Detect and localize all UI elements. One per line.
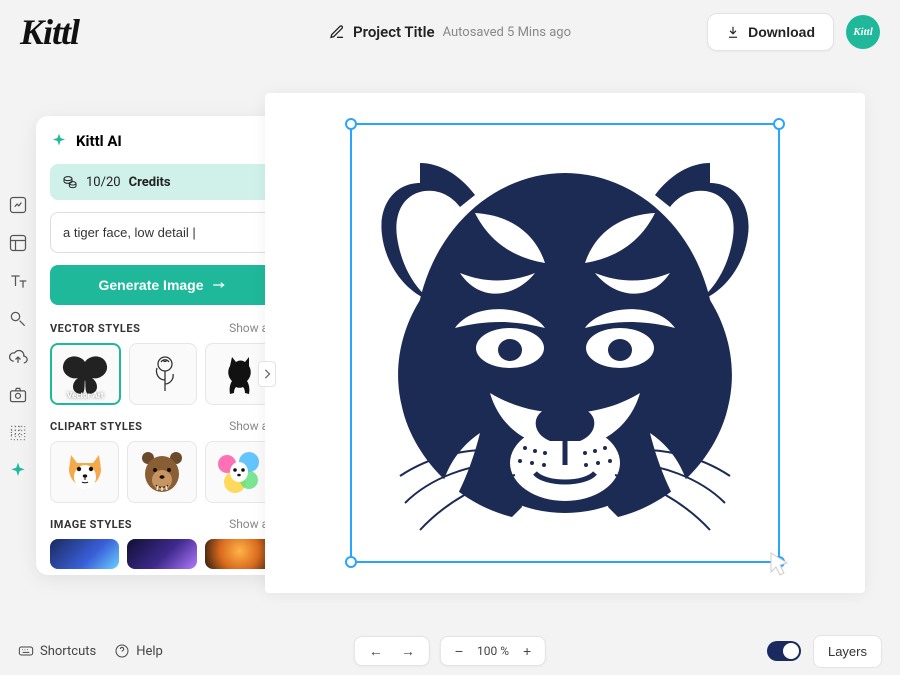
arrow-right-icon xyxy=(212,280,226,290)
bottom-bar: Shortcuts Help ← → − 100 % + Layers xyxy=(0,627,900,675)
vector-style-butterfly[interactable]: Vector Art xyxy=(50,343,121,405)
undo-button[interactable]: ← xyxy=(365,643,387,659)
edit-tool-icon[interactable] xyxy=(8,195,28,215)
style-caption: Vector Art xyxy=(52,391,119,400)
ai-panel-title-text: Kittl AI xyxy=(76,132,122,150)
clipart-style-corgi[interactable] xyxy=(50,441,119,503)
sparkle-icon xyxy=(50,132,68,150)
layout-tool-icon[interactable] xyxy=(8,233,28,253)
shape-tool-icon[interactable] xyxy=(8,309,28,329)
credits-count: 10/20 xyxy=(86,175,121,190)
generate-label: Generate Image xyxy=(98,277,203,293)
tiger-artwork[interactable] xyxy=(360,133,770,553)
selection-box[interactable] xyxy=(350,123,780,563)
dark-mode-toggle[interactable] xyxy=(767,641,801,661)
coins-icon xyxy=(62,174,78,190)
clipart-section-label: CLIPART STYLES xyxy=(50,420,142,433)
ai-tool-icon[interactable] xyxy=(8,461,28,481)
canvas[interactable] xyxy=(240,88,890,598)
help-button[interactable]: Help xyxy=(114,643,163,659)
download-icon xyxy=(726,25,740,39)
keyboard-icon xyxy=(18,643,34,659)
zoom-value: 100 % xyxy=(477,644,509,658)
redo-button[interactable]: → xyxy=(397,643,419,659)
resize-handle-tr[interactable] xyxy=(773,118,785,130)
text-tool-icon[interactable] xyxy=(8,271,28,291)
zoom-controls: − 100 % + xyxy=(440,636,546,666)
autosave-status: Autosaved 5 Mins ago xyxy=(443,25,571,40)
shortcuts-label: Shortcuts xyxy=(40,644,96,659)
image-style-2[interactable] xyxy=(127,539,196,569)
history-controls: ← → xyxy=(354,636,430,666)
photo-tool-icon[interactable] xyxy=(8,385,28,405)
shortcuts-button[interactable]: Shortcuts xyxy=(18,643,96,659)
cursor-icon xyxy=(768,551,792,577)
avatar[interactable]: Kittl xyxy=(846,15,880,49)
help-icon xyxy=(114,643,130,659)
tool-rail xyxy=(0,195,36,481)
project-title-group[interactable]: Project Title Autosaved 5 Mins ago xyxy=(329,23,571,41)
download-label: Download xyxy=(748,24,815,40)
pencil-icon xyxy=(329,24,345,40)
zoom-in-button[interactable]: + xyxy=(519,643,535,659)
vector-next-button[interactable] xyxy=(258,361,276,387)
zoom-out-button[interactable]: − xyxy=(451,643,467,659)
upload-tool-icon[interactable] xyxy=(8,347,28,367)
vector-style-rose[interactable] xyxy=(129,343,198,405)
download-button[interactable]: Download xyxy=(707,13,834,51)
resize-handle-bl[interactable] xyxy=(345,556,357,568)
image-section-label: IMAGE STYLES xyxy=(50,518,132,531)
logo[interactable]: Kittl xyxy=(20,11,79,53)
image-style-1[interactable] xyxy=(50,539,119,569)
credits-label: Credits xyxy=(129,175,171,190)
help-label: Help xyxy=(136,644,163,659)
artboard[interactable] xyxy=(265,93,865,593)
header: Kittl Project Title Autosaved 5 Mins ago… xyxy=(0,0,900,64)
layers-button[interactable]: Layers xyxy=(813,635,882,668)
project-title: Project Title xyxy=(353,23,435,41)
resize-handle-tl[interactable] xyxy=(345,118,357,130)
vector-section-label: VECTOR STYLES xyxy=(50,322,140,335)
grid-tool-icon[interactable] xyxy=(8,423,28,443)
clipart-style-bear[interactable] xyxy=(127,441,196,503)
